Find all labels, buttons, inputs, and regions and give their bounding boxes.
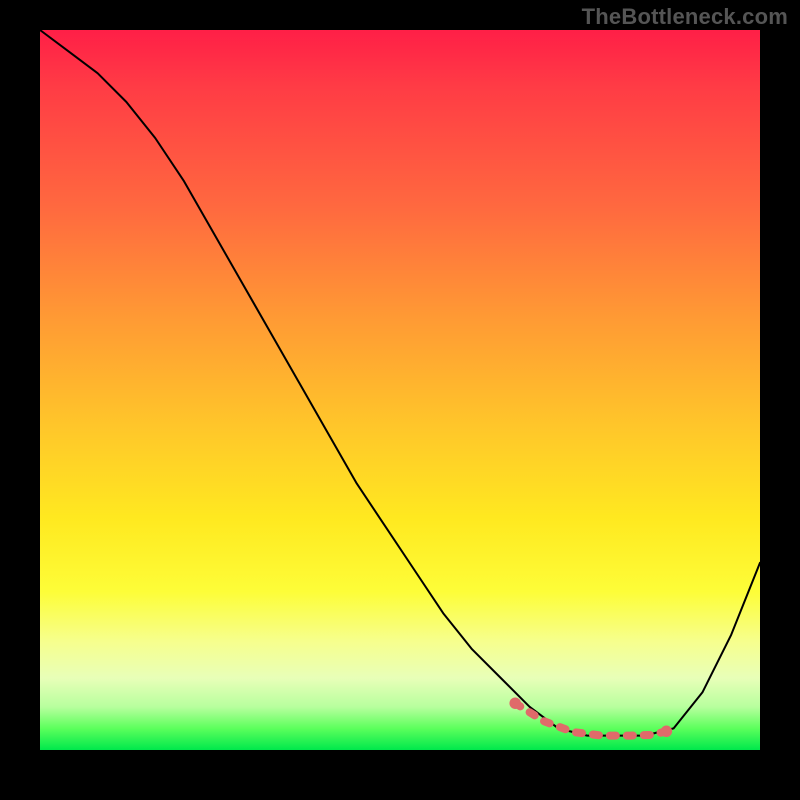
band-start-dot (509, 697, 521, 709)
bottleneck-curve (40, 30, 760, 736)
plot-area (40, 30, 760, 750)
watermark-text: TheBottleneck.com (582, 4, 788, 30)
chart-frame: TheBottleneck.com (0, 0, 800, 800)
curve-layer (40, 30, 760, 750)
minimum-band (515, 703, 666, 735)
band-end-dot (661, 726, 673, 738)
